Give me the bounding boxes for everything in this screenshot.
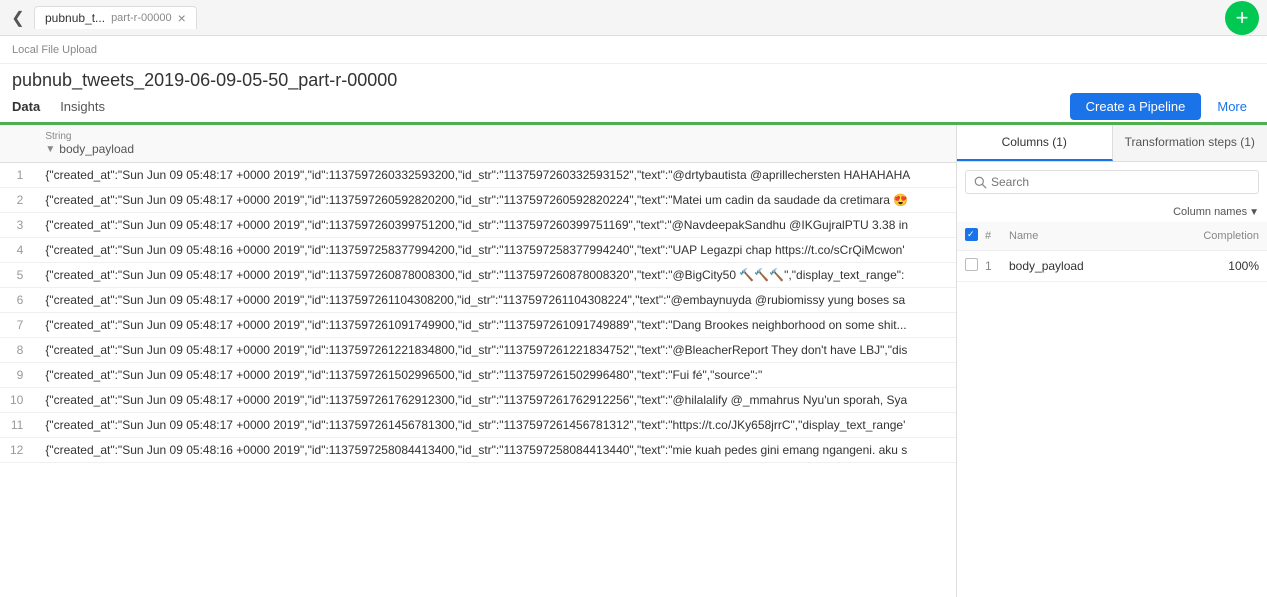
row-value: {"created_at":"Sun Jun 09 05:48:16 +0000… [35,238,956,263]
tab-separator: part-r-00000 [111,12,172,24]
row-number: 4 [0,238,35,263]
row-value: {"created_at":"Sun Jun 09 05:48:17 +0000… [35,163,956,188]
breadcrumb: Local File Upload [12,44,97,56]
table-row: 2 {"created_at":"Sun Jun 09 05:48:17 +00… [0,188,956,213]
table-header-row: String ▼ body_payload [0,125,956,163]
row-value: {"created_at":"Sun Jun 09 05:48:17 +0000… [35,338,956,363]
more-button[interactable]: More [1209,93,1255,120]
table-row: 10 {"created_at":"Sun Jun 09 05:48:17 +0… [0,388,956,413]
row-number: 7 [0,313,35,338]
row-number: 6 [0,288,35,313]
page-title: pubnub_tweets_2019-06-09-05-50_part-r-00… [12,70,397,91]
create-pipeline-button[interactable]: Create a Pipeline [1070,93,1202,120]
column-item[interactable]: 1 body_payload 100% [957,251,1267,282]
title-bar: pubnub_tweets_2019-06-09-05-50_part-r-00… [0,64,1267,91]
panel-tab-columns[interactable]: Columns (1) [957,125,1113,161]
header-completion: Completion [1189,230,1259,242]
table-row: 5 {"created_at":"Sun Jun 09 05:48:17 +00… [0,263,956,288]
sidebar-toggle[interactable]: ❮ [8,0,28,36]
table-row: 4 {"created_at":"Sun Jun 09 05:48:16 +00… [0,238,956,263]
breadcrumb-area: Local File Upload [0,36,1267,64]
row-number: 12 [0,438,35,463]
table-row: 1 {"created_at":"Sun Jun 09 05:48:17 +00… [0,163,956,188]
header-num: # [985,230,1009,242]
row-num-header [0,125,35,163]
row-number: 10 [0,388,35,413]
row-value: {"created_at":"Sun Jun 09 05:48:17 +0000… [35,188,956,213]
row-value: {"created_at":"Sun Jun 09 05:48:17 +0000… [35,388,956,413]
tab-data[interactable]: Data [12,91,40,125]
table-row: 8 {"created_at":"Sun Jun 09 05:48:17 +00… [0,338,956,363]
tab-title: pubnub_t... [45,11,105,25]
tab-insights[interactable]: Insights [60,91,105,125]
row-number: 9 [0,363,35,388]
expand-icon[interactable]: ▼ [45,144,55,155]
add-button[interactable]: + [1225,1,1259,35]
panel-tab-transformation[interactable]: Transformation steps (1) [1113,125,1267,161]
right-panel: Columns (1) Transformation steps (1) Col… [957,125,1267,597]
row-value: {"created_at":"Sun Jun 09 05:48:17 +0000… [35,263,956,288]
table-row: 12 {"created_at":"Sun Jun 09 05:48:16 +0… [0,438,956,463]
top-bar: ❮ pubnub_t... part-r-00000 × + [0,0,1267,36]
column-name: body_payload [1009,259,1189,273]
search-input[interactable] [991,175,1250,189]
action-buttons: Create a Pipeline More [1070,93,1255,120]
row-number: 11 [0,413,35,438]
column-completion: 100% [1189,259,1259,273]
row-value: {"created_at":"Sun Jun 09 05:48:16 +0000… [35,438,956,463]
column-number: 1 [985,259,1009,273]
row-number: 3 [0,213,35,238]
column-header-content: ▼ body_payload [45,142,946,156]
column-checkbox[interactable] [965,258,978,271]
header-check [965,228,985,244]
row-number: 1 [0,163,35,188]
header-checkbox[interactable] [965,228,978,241]
row-value: {"created_at":"Sun Jun 09 05:48:17 +0000… [35,413,956,438]
column-type: String [45,131,946,142]
table-row: 9 {"created_at":"Sun Jun 09 05:48:17 +00… [0,363,956,388]
column-name: body_payload [59,142,134,156]
panel-tabs: Columns (1) Transformation steps (1) [957,125,1267,162]
table-row: 11 {"created_at":"Sun Jun 09 05:48:17 +0… [0,413,956,438]
nav-tabs: Data Insights [12,91,105,122]
table-row: 3 {"created_at":"Sun Jun 09 05:48:17 +00… [0,213,956,238]
columns-list-header: # Name Completion [957,222,1267,251]
row-value: {"created_at":"Sun Jun 09 05:48:17 +0000… [35,288,956,313]
row-value: {"created_at":"Sun Jun 09 05:48:17 +0000… [35,363,956,388]
main-layout: String ▼ body_payload 1 {"created_at":"S… [0,125,1267,597]
file-tab[interactable]: pubnub_t... part-r-00000 × [34,6,197,29]
column-names-toggle[interactable]: Column names ▼ [957,202,1267,222]
row-value: {"created_at":"Sun Jun 09 05:48:17 +0000… [35,313,956,338]
columns-list: 1 body_payload 100% [957,251,1267,282]
column-names-chevron: ▼ [1249,207,1259,218]
column-header-body-payload: String ▼ body_payload [35,125,956,163]
column-checkbox-wrapper[interactable] [965,258,985,274]
nav-tabs-bar: Data Insights Create a Pipeline More [0,91,1267,125]
column-names-label: Column names [1173,206,1247,218]
row-number: 2 [0,188,35,213]
table-body: 1 {"created_at":"Sun Jun 09 05:48:17 +00… [0,163,956,463]
search-icon [974,176,987,189]
row-number: 8 [0,338,35,363]
search-box[interactable] [965,170,1259,194]
row-number: 5 [0,263,35,288]
table-row: 7 {"created_at":"Sun Jun 09 05:48:17 +00… [0,313,956,338]
data-table: String ▼ body_payload 1 {"created_at":"S… [0,125,956,463]
row-value: {"created_at":"Sun Jun 09 05:48:17 +0000… [35,213,956,238]
tab-close-icon[interactable]: × [178,11,186,25]
data-table-area[interactable]: String ▼ body_payload 1 {"created_at":"S… [0,125,957,597]
table-row: 6 {"created_at":"Sun Jun 09 05:48:17 +00… [0,288,956,313]
header-name: Name [1009,230,1189,242]
